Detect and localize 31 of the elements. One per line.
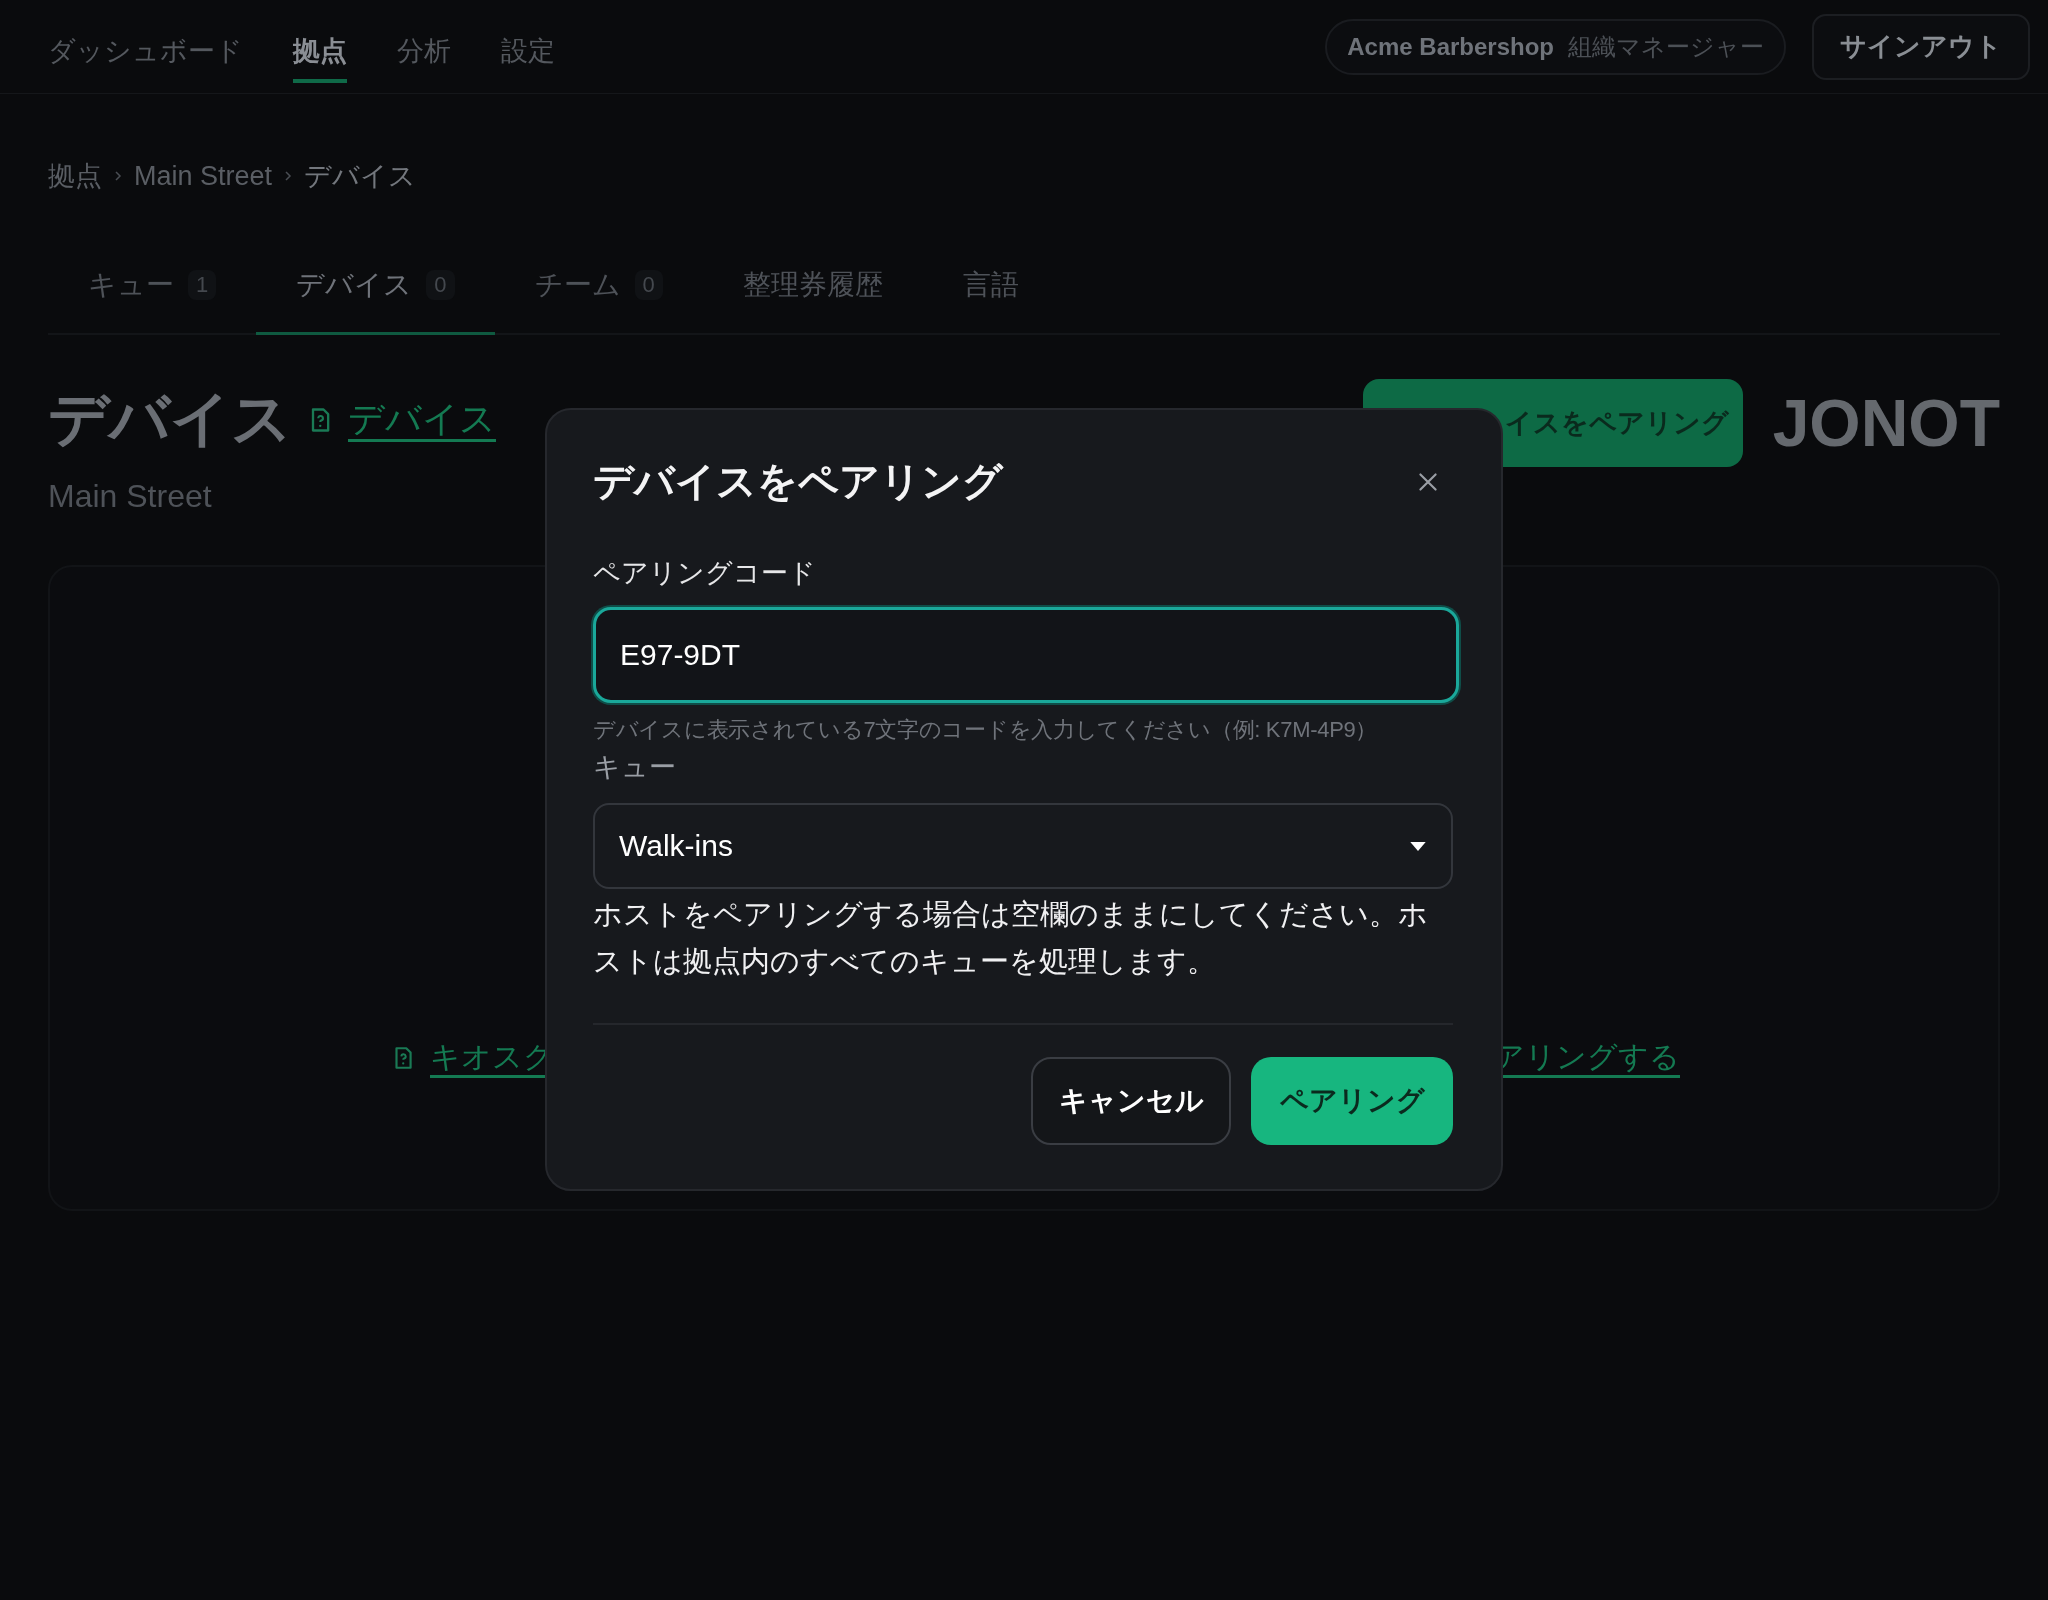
pairing-code-field[interactable]: E97-9DT (593, 607, 1459, 703)
nav-link[interactable]: 分析 (397, 24, 451, 83)
cancel-button[interactable]: キャンセル (1031, 1057, 1231, 1145)
breadcrumb-link[interactable]: 拠点 (48, 158, 102, 194)
field-hint: デバイスに表示されている7文字のコードを入力してください（例: K7M-4P9） (593, 716, 1379, 744)
caret-icon (1409, 840, 1427, 852)
breadcrumb-link[interactable]: デバイス (304, 158, 417, 194)
field-label: ペアリングコード (593, 557, 817, 590)
page-subtitle: Main Street (48, 478, 213, 515)
tab[interactable]: キュー 1 (48, 244, 257, 335)
page-title: デバイス (48, 384, 292, 454)
queue-dropdown[interactable]: Walk-ins (593, 803, 1453, 889)
chevron-right-icon (114, 170, 122, 182)
pair-button[interactable]: ペアリング (1251, 1057, 1453, 1145)
tab[interactable]: デバイス 0 (256, 244, 495, 335)
chevron-right-icon (284, 170, 293, 182)
tab[interactable]: チーム 0 (494, 244, 703, 335)
help-text: ホストをペアリングする場合は空欄のままにしてください。ホストは拠点内のすべてのキューを処理します。 (593, 897, 1429, 979)
field-label: キュー (593, 751, 677, 784)
nav-link[interactable]: 拠点 (293, 24, 347, 83)
dialog-title: デバイスをペアリング (593, 458, 1003, 505)
logo: JONOT (1772, 385, 2000, 462)
docs-link[interactable]: デバイス (348, 395, 496, 444)
breadcrumb-link[interactable]: Main Street (134, 160, 273, 192)
tab[interactable]: 言語 (922, 244, 1059, 335)
organization-name: Acme Barbershop (1347, 32, 1554, 61)
nav-link[interactable]: 設定 (501, 24, 555, 83)
organization-role: 組織マネージャー (1568, 31, 1764, 62)
nav-link[interactable]: ダッシュボード (48, 24, 243, 83)
sign-out-button[interactable]: サインアウト (1812, 13, 2030, 80)
tab[interactable]: 整理券履歴 (702, 244, 923, 335)
